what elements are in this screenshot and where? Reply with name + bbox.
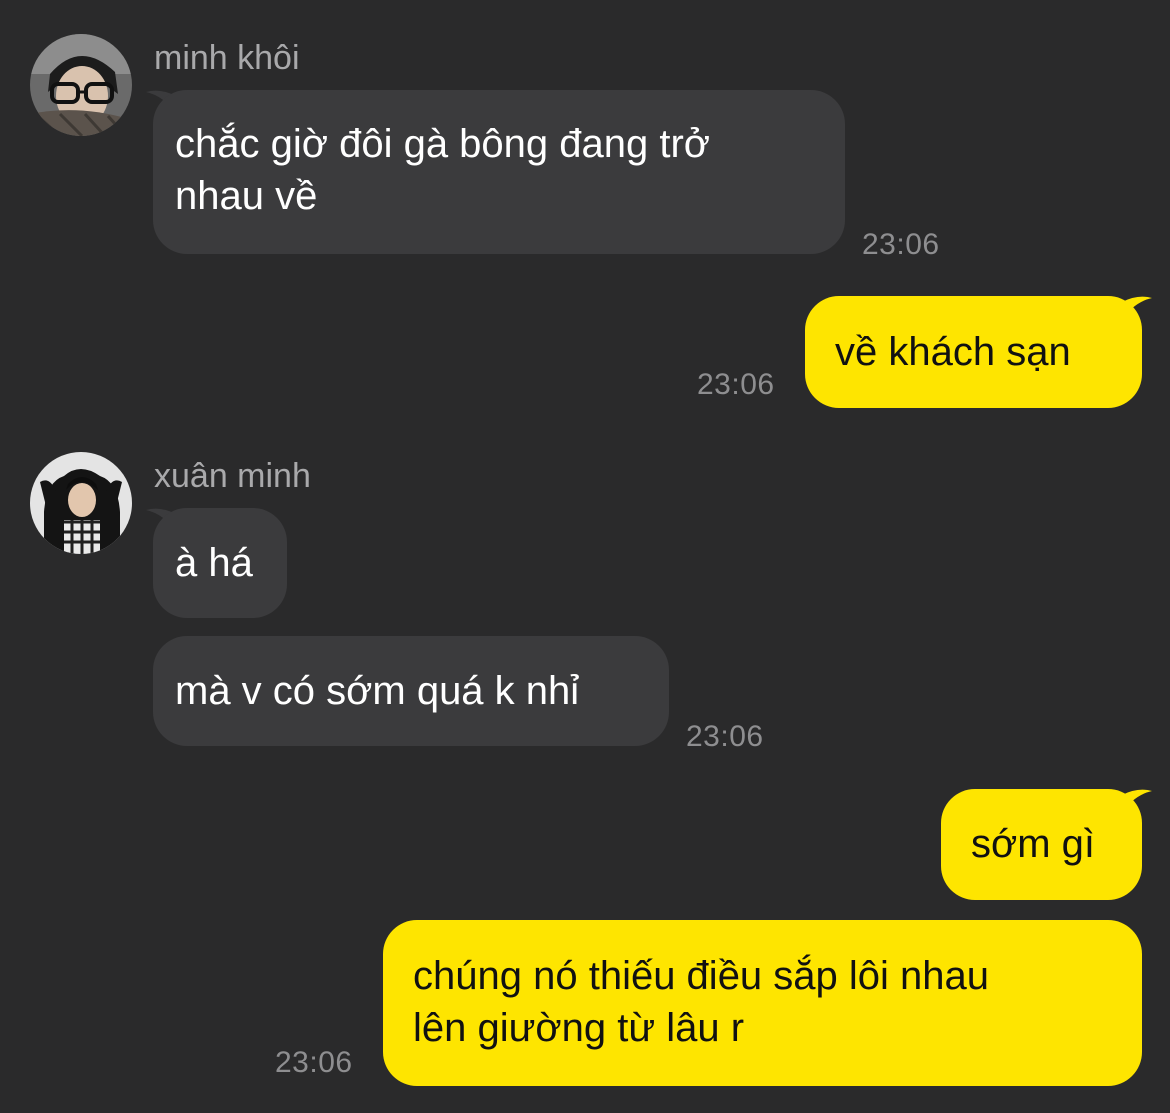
message-text: à há xyxy=(175,541,253,585)
message-timestamp: 23:06 xyxy=(275,1046,353,1079)
sender-name: minh khôi xyxy=(154,39,300,77)
chat-thread: minh khôi chắc giờ đôi gà bông đang trở … xyxy=(0,0,1170,1113)
message-text: nhau về xyxy=(175,174,318,218)
message-bubble-outgoing[interactable]: về khách sạn xyxy=(805,296,1142,408)
profile-photo-icon xyxy=(30,34,132,136)
message-timestamp: 23:06 xyxy=(697,368,775,401)
sender-name: xuân minh xyxy=(154,457,311,495)
message-bubble-outgoing[interactable]: chúng nó thiếu điều sắp lôi nhau lên giư… xyxy=(383,920,1142,1086)
avatar-minh-khoi[interactable] xyxy=(30,34,132,136)
profile-photo-icon xyxy=(30,452,132,554)
message-bubble-outgoing[interactable]: sớm gì xyxy=(941,789,1142,900)
message-text: về khách sạn xyxy=(835,330,1071,374)
message-text: sớm gì xyxy=(971,822,1096,866)
message-bubble-incoming[interactable]: à há xyxy=(153,508,287,618)
message-text: mà v có sớm quá k nhỉ xyxy=(175,669,580,713)
message-text: chắc giờ đôi gà bông đang trở xyxy=(175,122,711,166)
message-timestamp: 23:06 xyxy=(862,228,940,261)
message-text: lên giường từ lâu r xyxy=(413,1006,745,1050)
message-bubble-incoming[interactable]: mà v có sớm quá k nhỉ xyxy=(153,636,669,746)
message-text: chúng nó thiếu điều sắp lôi nhau xyxy=(413,954,990,998)
message-timestamp: 23:06 xyxy=(686,720,764,753)
avatar-xuan-minh[interactable] xyxy=(30,452,132,554)
message-bubble-incoming[interactable]: chắc giờ đôi gà bông đang trở nhau về xyxy=(153,90,845,254)
